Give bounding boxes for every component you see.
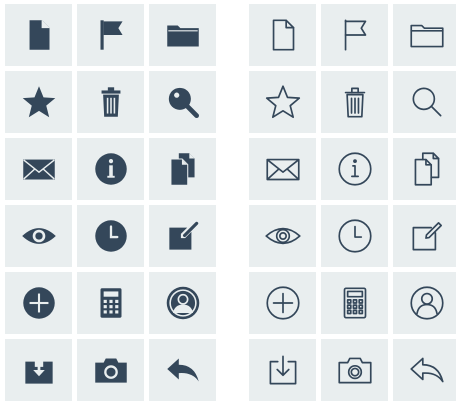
solid-clock-tile[interactable] (77, 205, 144, 267)
solid-download-tile[interactable] (5, 339, 72, 401)
outline-edit-tile[interactable] (393, 205, 456, 267)
copy-documents-icon (414, 152, 439, 186)
star-icon (265, 85, 300, 119)
trash-icon (101, 87, 120, 117)
outline-calculator-tile[interactable] (321, 272, 388, 334)
outline-search-tile[interactable] (393, 71, 456, 133)
solid-edit-tile[interactable] (149, 205, 216, 267)
camera-icon (337, 357, 372, 384)
mail-icon (265, 158, 300, 181)
outline-download-tile[interactable] (249, 339, 316, 401)
eye-icon (21, 228, 56, 244)
outline-copy-documents-tile[interactable] (393, 138, 456, 200)
outline-eye-tile[interactable] (249, 205, 316, 267)
download-icon (24, 361, 53, 384)
solid-calculator-tile[interactable] (77, 272, 144, 334)
document-icon (29, 20, 49, 50)
solid-eye-tile[interactable] (5, 205, 72, 267)
edit-icon (168, 221, 198, 250)
folder-icon (409, 24, 444, 48)
outline-clock-tile[interactable] (321, 205, 388, 267)
plus-circle-icon (265, 286, 300, 320)
flag-icon (100, 20, 123, 50)
outline-trash-tile[interactable] (321, 71, 388, 133)
solid-copy-documents-tile[interactable] (149, 138, 216, 200)
trash-icon (344, 87, 365, 118)
outline-reply-tile[interactable] (393, 339, 456, 401)
outline-info-tile[interactable] (321, 138, 388, 200)
solid-document-tile[interactable] (5, 4, 72, 66)
outline-camera-tile[interactable] (321, 339, 388, 401)
solid-reply-tile[interactable] (149, 339, 216, 401)
solid-camera-tile[interactable] (77, 339, 144, 401)
user-icon (166, 286, 199, 320)
reply-icon (409, 357, 444, 383)
solid-folder-tile[interactable] (149, 4, 216, 66)
search-icon (168, 87, 199, 119)
solid-search-tile[interactable] (149, 71, 216, 133)
solid-mail-tile[interactable] (5, 138, 72, 200)
reply-icon (166, 358, 199, 382)
solid-star-tile[interactable] (5, 71, 72, 133)
info-icon (337, 152, 372, 186)
solid-icon-set (5, 4, 216, 401)
outline-icon-set (249, 4, 456, 401)
eye-icon (264, 227, 301, 245)
calculator-icon (343, 287, 366, 319)
outline-plus-circle-tile[interactable] (249, 272, 316, 334)
document-icon (272, 19, 294, 51)
outline-document-tile[interactable] (249, 4, 316, 66)
info-icon (94, 153, 127, 185)
edit-icon (412, 222, 442, 251)
flag-icon (344, 19, 366, 51)
solid-plus-circle-tile[interactable] (5, 272, 72, 334)
calculator-icon (100, 288, 121, 318)
outline-folder-tile[interactable] (393, 4, 456, 66)
outline-user-tile[interactable] (393, 272, 456, 334)
search-icon (412, 87, 441, 117)
mail-icon (22, 159, 55, 180)
copy-documents-icon (169, 153, 195, 186)
camera-icon (94, 358, 127, 383)
folder-icon (166, 25, 199, 47)
clock-icon (337, 219, 372, 253)
star-icon (22, 86, 55, 118)
solid-trash-tile[interactable] (77, 71, 144, 133)
solid-flag-tile[interactable] (77, 4, 144, 66)
user-icon (409, 286, 444, 320)
solid-user-tile[interactable] (149, 272, 216, 334)
clock-icon (94, 220, 127, 252)
outline-mail-tile[interactable] (249, 138, 316, 200)
download-icon (269, 355, 296, 385)
outline-star-tile[interactable] (249, 71, 316, 133)
outline-flag-tile[interactable] (321, 4, 388, 66)
plus-circle-icon (22, 287, 55, 319)
solid-info-tile[interactable] (77, 138, 144, 200)
